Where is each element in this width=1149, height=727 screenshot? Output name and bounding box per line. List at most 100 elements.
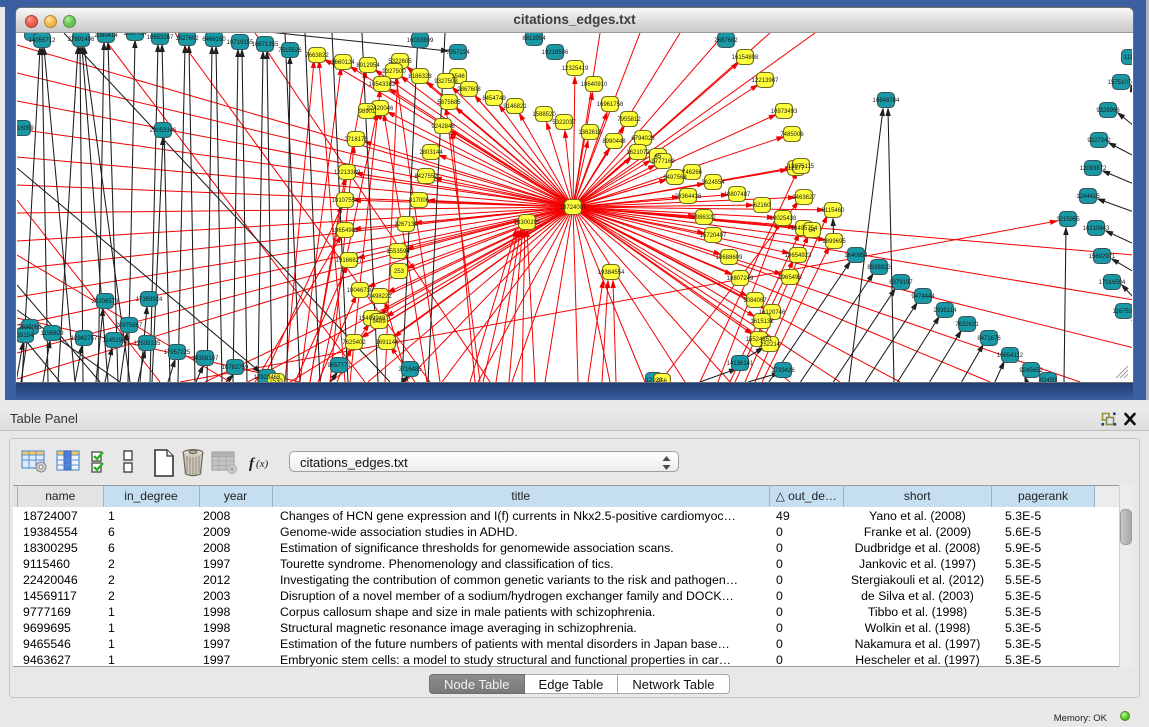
svg-text:12975115: 12975115 <box>788 164 815 170</box>
svg-text:1244415: 1244415 <box>1076 194 1100 200</box>
svg-text:18300295: 18300295 <box>514 220 541 226</box>
svg-text:817006: 817006 <box>409 198 430 204</box>
svg-text:29053346: 29053346 <box>150 128 177 134</box>
svg-text:1965498: 1965498 <box>778 275 802 281</box>
svg-text:14055712: 14055712 <box>29 38 56 44</box>
svg-text:10973493: 10973493 <box>771 109 798 115</box>
svg-text:9899695: 9899695 <box>822 239 846 245</box>
svg-text:16154808: 16154808 <box>732 55 759 61</box>
svg-text:2530: 2530 <box>269 379 283 382</box>
svg-text:8186328: 8186328 <box>408 74 432 80</box>
svg-text:253: 253 <box>394 269 405 275</box>
svg-text:9327508: 9327508 <box>434 79 458 85</box>
svg-text:8471676: 8471676 <box>977 336 1001 342</box>
svg-text:10688609: 10688609 <box>716 255 743 261</box>
svg-text:12942757: 12942757 <box>71 336 98 342</box>
svg-text:1640954: 1640954 <box>844 253 868 259</box>
svg-text:8912954: 8912954 <box>356 63 380 69</box>
svg-text:956: 956 <box>657 379 668 382</box>
svg-text:20975867: 20975867 <box>116 323 143 329</box>
svg-text:12213389: 12213389 <box>334 170 361 176</box>
svg-text:3624554: 3624554 <box>701 180 725 186</box>
svg-text:62160: 62160 <box>754 203 771 209</box>
svg-text:8938923: 8938923 <box>867 265 891 271</box>
svg-text:9242848: 9242848 <box>431 124 455 130</box>
svg-text:1553594: 1553594 <box>386 249 410 255</box>
svg-text:2935114: 2935114 <box>934 308 958 314</box>
svg-text:3716485: 3716485 <box>398 367 422 373</box>
svg-text:6794028: 6794028 <box>631 136 655 142</box>
svg-text:1167533: 1167533 <box>1113 309 1132 315</box>
svg-text:19358107: 19358107 <box>192 356 219 362</box>
svg-text:7357224: 7357224 <box>446 50 470 56</box>
svg-text:8660124: 8660124 <box>331 60 355 66</box>
svg-text:19384554: 19384554 <box>598 270 625 276</box>
svg-text:6466160: 6466160 <box>202 37 226 43</box>
svg-text:98901: 98901 <box>359 109 376 115</box>
svg-text:252214: 252214 <box>760 342 781 348</box>
svg-text:10653267: 10653267 <box>147 35 174 41</box>
svg-text:1097734: 1097734 <box>123 33 147 37</box>
svg-text:f: f <box>249 456 256 472</box>
svg-text:10807487: 10807487 <box>724 192 751 198</box>
svg-text:18724007: 18724007 <box>560 205 587 211</box>
svg-text:9474444: 9474444 <box>911 294 935 300</box>
svg-text:2803144: 2803144 <box>419 150 443 156</box>
svg-text:16648784: 16648784 <box>873 98 900 104</box>
svg-text:9227342: 9227342 <box>1087 138 1111 144</box>
svg-text:1112: 1112 <box>1124 55 1132 61</box>
svg-text:19218506: 19218506 <box>542 50 569 56</box>
svg-text:5322037: 5322037 <box>552 120 576 126</box>
svg-text:16033809: 16033809 <box>407 38 434 44</box>
svg-text:39154: 39154 <box>17 333 34 339</box>
svg-text:9463627: 9463627 <box>792 195 816 201</box>
svg-text:9115460: 9115460 <box>822 208 846 214</box>
svg-text:16671355: 16671355 <box>252 42 279 48</box>
svg-text:7625402: 7625402 <box>342 340 366 346</box>
svg-text:1145194: 1145194 <box>103 338 127 344</box>
svg-text:8427552: 8427552 <box>414 174 438 180</box>
svg-text:9245652: 9245652 <box>1019 368 1043 374</box>
svg-text:7663822: 7663822 <box>305 53 329 59</box>
svg-text:1615132: 1615132 <box>750 319 774 325</box>
svg-text:27691406: 27691406 <box>68 37 95 43</box>
svg-text:9498222: 9498222 <box>368 294 392 300</box>
svg-text:92450: 92450 <box>1040 378 1057 382</box>
svg-text:8813054: 8813054 <box>522 36 546 42</box>
svg-text:1588520: 1588520 <box>532 112 556 118</box>
svg-text:15720407: 15720407 <box>700 233 727 239</box>
svg-text:17359924: 17359924 <box>136 297 163 303</box>
svg-text:10107554: 10107554 <box>332 198 359 204</box>
svg-text:19654923: 19654923 <box>785 253 812 259</box>
svg-text:2687682: 2687682 <box>714 38 738 44</box>
svg-text:7515526: 7515526 <box>278 48 302 54</box>
svg-text:1156829: 1156829 <box>41 331 65 337</box>
svg-text:9489: 9489 <box>372 319 386 325</box>
svg-text:64: 64 <box>809 228 816 234</box>
svg-text:20206578: 20206578 <box>92 299 119 305</box>
svg-text:1733426: 1733426 <box>771 368 795 374</box>
svg-text:7632621: 7632621 <box>955 322 979 328</box>
svg-text:2867608: 2867608 <box>457 87 481 93</box>
svg-text:10543382: 10543382 <box>369 82 396 88</box>
svg-text:15751074: 15751074 <box>1108 80 1132 86</box>
svg-text:9777169: 9777169 <box>651 159 675 165</box>
svg-text:5875685: 5875685 <box>437 100 461 106</box>
svg-text:6497568: 6497568 <box>663 175 687 181</box>
svg-text:(x): (x) <box>256 458 269 470</box>
svg-text:10025438: 10025438 <box>770 216 797 222</box>
svg-text:1362615: 1362615 <box>578 130 602 136</box>
svg-text:1691144: 1691144 <box>376 340 400 346</box>
svg-text:10654112: 10654112 <box>997 353 1024 359</box>
svg-text:3215955: 3215955 <box>1056 217 1080 223</box>
svg-text:1527602: 1527602 <box>175 36 199 42</box>
svg-text:16210643: 16210643 <box>1083 226 1110 232</box>
svg-text:16961758: 16961758 <box>597 102 624 108</box>
svg-text:18640910: 18640910 <box>581 82 608 88</box>
svg-text:8454749: 8454749 <box>482 96 506 102</box>
svg-text:17016504: 17016504 <box>1099 280 1126 286</box>
svg-text:12325419: 12325419 <box>562 66 589 72</box>
svg-text:12505135: 12505135 <box>134 341 161 347</box>
svg-text:7485006: 7485006 <box>780 132 804 138</box>
svg-text:2616059: 2616059 <box>17 126 34 132</box>
